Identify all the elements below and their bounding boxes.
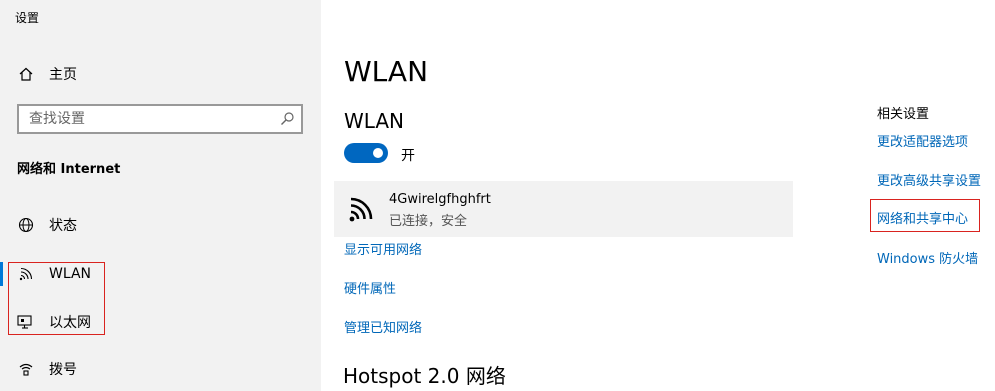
hardware-properties-link[interactable]: 硬件属性 xyxy=(344,278,396,297)
network-status: 已连接，安全 xyxy=(389,214,468,229)
sidebar-item-label: 状态 xyxy=(49,218,77,234)
sidebar-item-label: 以太网 xyxy=(49,315,91,331)
sidebar-item-dialup[interactable]: 拨号 xyxy=(0,351,321,387)
section-title: 网络和 Internet xyxy=(17,162,121,177)
dialup-icon xyxy=(17,360,35,378)
wlan-section-title: WLAN xyxy=(344,109,405,133)
change-adapter-options-link[interactable]: 更改适配器选项 xyxy=(877,131,968,150)
page-title: WLAN xyxy=(344,55,429,88)
sidebar-item-status[interactable]: 状态 xyxy=(0,207,321,243)
windows-firewall-link[interactable]: Windows 防火墙 xyxy=(877,248,978,267)
related-settings-title: 相关设置 xyxy=(877,107,930,122)
sidebar: 设置 主页 网络和 Internet 状态 WLAN 以太网 xyxy=(0,0,321,391)
network-name: 4Gwirelgfhghfrt xyxy=(389,192,491,207)
home-nav-item[interactable]: 主页 xyxy=(0,56,321,92)
toggle-state-label: 开 xyxy=(401,148,415,164)
search-box[interactable] xyxy=(17,104,303,134)
main-panel: WLAN WLAN 开 4Gwirelgfhghfrt 已连接，安全 显示可用网… xyxy=(321,0,995,391)
manage-known-networks-link[interactable]: 管理已知网络 xyxy=(344,317,422,336)
wifi-signal-icon xyxy=(347,195,377,223)
sidebar-item-label: 拨号 xyxy=(49,362,77,378)
sidebar-item-ethernet[interactable]: 以太网 xyxy=(0,304,321,340)
hotspot-section-title: Hotspot 2.0 网络 xyxy=(343,364,506,388)
sidebar-item-label: WLAN xyxy=(49,266,92,282)
wlan-toggle[interactable] xyxy=(344,143,388,163)
search-input[interactable] xyxy=(19,106,289,132)
search-icon[interactable] xyxy=(279,111,295,127)
change-advanced-sharing-link[interactable]: 更改高级共享设置 xyxy=(877,170,981,189)
toggle-knob xyxy=(373,148,383,158)
show-available-networks-link[interactable]: 显示可用网络 xyxy=(344,239,422,258)
globe-icon xyxy=(17,216,35,234)
home-label: 主页 xyxy=(49,67,77,83)
network-sharing-center-link[interactable]: 网络和共享中心 xyxy=(877,208,968,227)
sidebar-item-wlan[interactable]: WLAN xyxy=(0,256,321,292)
network-card[interactable]: 4Gwirelgfhghfrt 已连接，安全 xyxy=(334,181,793,237)
wifi-icon xyxy=(17,265,35,283)
home-icon xyxy=(17,65,35,83)
app-title: 设置 xyxy=(15,11,40,25)
ethernet-icon xyxy=(17,313,35,331)
